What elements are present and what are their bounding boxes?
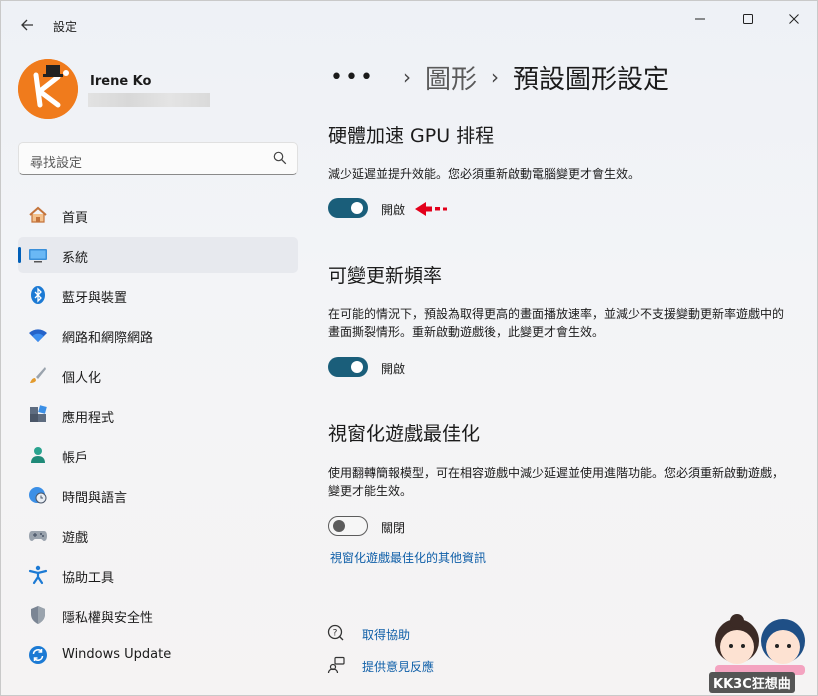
sidebar-item-label: 應用程式: [62, 411, 115, 426]
get-help-link[interactable]: 取得協助: [362, 626, 410, 643]
sidebar-item-accounts[interactable]: 帳戶: [18, 437, 298, 473]
variable-refresh-toggle[interactable]: [328, 357, 368, 377]
sidebar-item-label: 隱私權與安全性: [62, 611, 154, 626]
sidebar-item-label: 系統: [62, 251, 89, 266]
bluetooth-icon: [31, 286, 45, 304]
watermark-text: KK3C狂想曲: [709, 672, 795, 693]
section-desc-gpu-scheduling: 減少延遲並提升效能。您必須重新啟動電腦變更才會生效。: [328, 167, 641, 181]
toggle-knob: [351, 361, 363, 373]
maximize-icon: [743, 14, 753, 24]
section-title-variable-refresh: 可變更新頻率: [328, 265, 443, 287]
home-icon: [29, 206, 47, 223]
sidebar-item-bluetooth[interactable]: 藍牙與裝置: [18, 277, 298, 313]
account-icon: [31, 447, 45, 463]
sidebar-item-privacy-security[interactable]: 隱私權與安全性: [18, 597, 298, 633]
breadcrumb: ••• › 圖形 › 預設圖形設定: [330, 57, 669, 97]
sidebar-item-home[interactable]: 首頁: [18, 197, 298, 233]
chevron-right-icon: ›: [490, 65, 499, 89]
back-button[interactable]: [13, 11, 41, 39]
sidebar-item-label: 帳戶: [62, 451, 89, 466]
windowed-optimization-info-link[interactable]: 視窗化遊戲最佳化的其他資訊: [330, 549, 486, 566]
title-bar: 設定: [1, 1, 817, 49]
give-feedback-link[interactable]: 提供意見反應: [362, 658, 434, 675]
toggle-state-label: 開啟: [381, 362, 406, 376]
minimize-icon: [695, 18, 705, 20]
avatar-logo-icon: [18, 59, 78, 119]
chevron-right-icon: ›: [402, 65, 411, 89]
red-arrow-annotation-icon: [415, 202, 447, 216]
sidebar-item-network[interactable]: 網路和網際網路: [18, 317, 298, 353]
toggle-knob: [351, 202, 363, 214]
search-input[interactable]: 尋找設定: [18, 142, 298, 175]
gpu-scheduling-toggle[interactable]: [328, 198, 368, 218]
section-title-gpu-scheduling: 硬體加速 GPU 排程: [328, 125, 495, 147]
search-placeholder: 尋找設定: [30, 156, 83, 171]
sidebar-item-apps[interactable]: 應用程式: [18, 397, 298, 433]
minimize-button[interactable]: [677, 5, 723, 33]
sidebar-item-label: 遊戲: [62, 531, 89, 546]
maximize-button[interactable]: [725, 5, 771, 33]
sidebar-item-gaming[interactable]: 遊戲: [18, 517, 298, 553]
user-email-redacted: [88, 93, 210, 107]
sidebar-item-label: 網路和網際網路: [62, 331, 154, 346]
help-icon: ?: [327, 624, 344, 641]
accessibility-icon: [28, 565, 48, 585]
selected-indicator: [18, 247, 21, 263]
sidebar-item-label: 協助工具: [62, 571, 115, 586]
sidebar-item-windows-update[interactable]: Windows Update: [18, 637, 298, 673]
breadcrumb-graphics[interactable]: 圖形: [425, 59, 477, 96]
sidebar-item-label: 個人化: [62, 371, 102, 386]
close-icon: [789, 14, 799, 24]
sidebar-item-label: Windows Update: [62, 647, 172, 662]
sidebar-item-label: 首頁: [62, 211, 89, 226]
windowed-optimization-toggle[interactable]: [328, 516, 368, 536]
system-icon: [29, 249, 47, 263]
settings-window: 設定 Irene Ko 尋找設定 首頁 系統 藍牙與裝置 網路和網際網路 個人化…: [0, 0, 818, 696]
update-icon: [29, 646, 47, 664]
section-desc-windowed-optimization: 使用翻轉簡報模型，可在相容遊戲中減少延遲並使用進階功能。您必須重新啟動遊戲，變更…: [328, 466, 785, 498]
clock-globe-icon: [29, 487, 47, 504]
sidebar-item-time-language[interactable]: 時間與語言: [18, 477, 298, 513]
svg-text:?: ?: [333, 629, 338, 639]
sidebar-item-accessibility[interactable]: 協助工具: [18, 557, 298, 593]
user-name: Irene Ko: [90, 74, 152, 89]
app-title: 設定: [53, 20, 78, 34]
toggle-state-label: 開啟: [381, 203, 406, 217]
close-button[interactable]: [771, 5, 817, 33]
back-arrow-icon: [21, 19, 33, 31]
section-desc-variable-refresh: 在可能的情況下，預設為取得更高的畫面播放速率，並減少不支援變動更新率遊戲中的畫面…: [328, 307, 785, 339]
wifi-icon: [29, 329, 47, 342]
sidebar-item-personalization[interactable]: 個人化: [18, 357, 298, 393]
sidebar-item-label: 藍牙與裝置: [62, 291, 128, 306]
sidebar-item-label: 時間與語言: [62, 491, 128, 506]
gamepad-icon: [29, 531, 47, 541]
toggle-knob: [333, 520, 345, 532]
shield-icon: [31, 606, 45, 624]
search-icon: [273, 151, 287, 165]
sidebar-item-system[interactable]: 系統: [18, 237, 298, 273]
brush-icon: [30, 367, 46, 383]
section-title-windowed-optimization: 視窗化遊戲最佳化: [328, 423, 481, 445]
apps-icon: [30, 405, 47, 422]
page-title: 預設圖形設定: [512, 64, 669, 95]
breadcrumb-overflow[interactable]: •••: [330, 65, 375, 90]
avatar[interactable]: [18, 59, 78, 119]
feedback-icon: [327, 656, 345, 674]
toggle-state-label: 關閉: [381, 521, 406, 535]
